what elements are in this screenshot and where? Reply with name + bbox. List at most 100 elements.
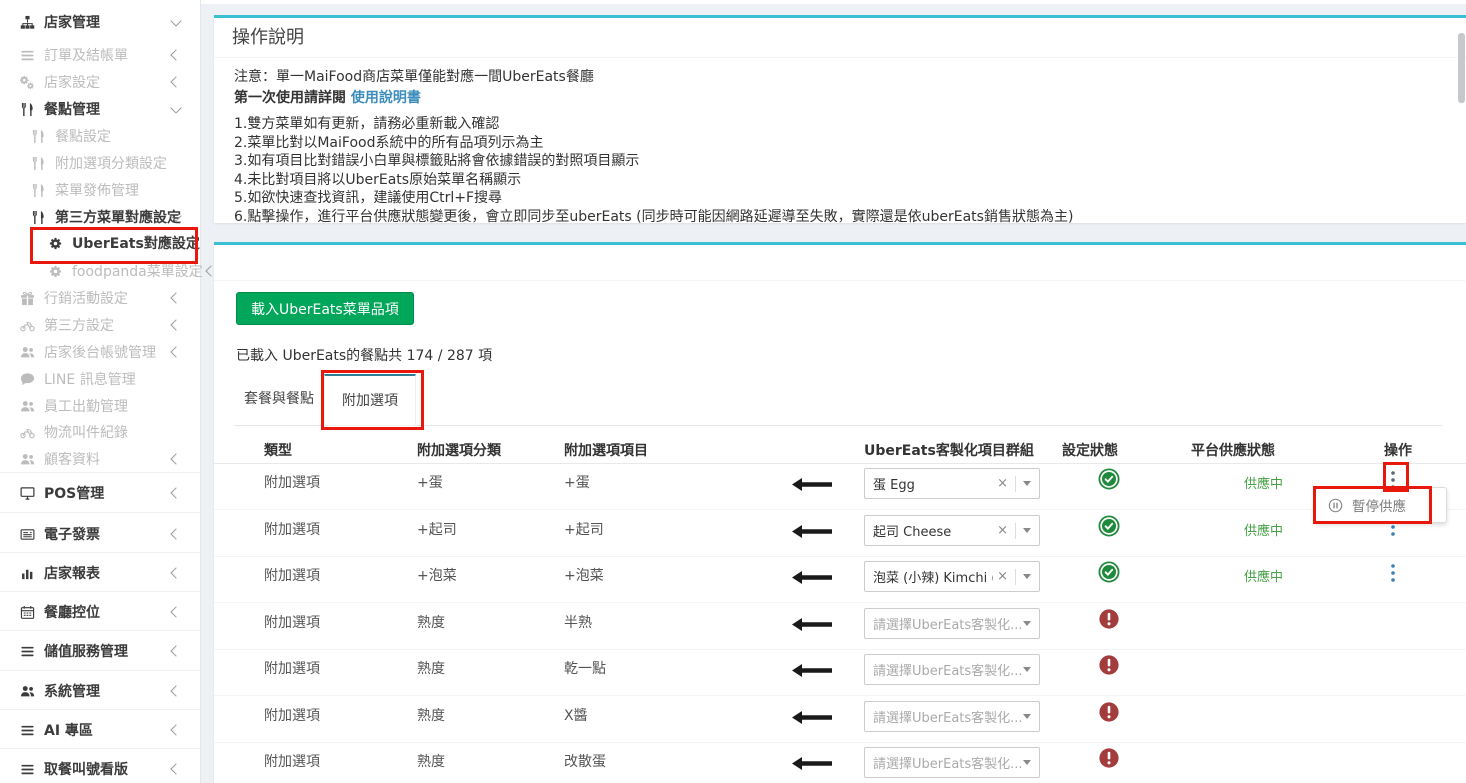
pause-circle-icon [1328,498,1343,513]
sidebar-item-meal-management[interactable]: 餐點管理 [0,96,200,122]
calendar-icon [20,605,35,620]
sidebar-item-pickup-number-board[interactable]: 取餐叫號看版 [0,756,200,782]
motorcycle-icon [20,425,35,440]
sidebar-item-orders-invoices[interactable]: 訂單及結帳單 [0,42,200,68]
sidebar-item-customer-data[interactable]: 顧客資料 [0,446,200,472]
sidebar-divider [0,748,200,749]
user-manual-link[interactable]: 使用說明書 [351,90,421,106]
pause-supply-menu-item[interactable]: 暫停供應 [1352,495,1406,515]
instruction-step: 3.如有項目比對錯誤小白單與標籤貼將會依據錯誤的對照項目顯示 [234,152,1448,171]
sidebar-divider [0,709,200,710]
tab-addon-options[interactable]: 附加選項 [324,374,416,426]
ubereats-group-select[interactable]: 請選擇UberEats客製化... [864,608,1040,639]
clear-selection-icon[interactable]: × [997,523,1008,538]
utensils-icon [20,102,35,117]
col-ubereats-group: UberEats客製化項目群組 [864,440,1034,460]
chevron-left-icon [170,487,181,498]
sidebar-item-marketing-campaign-settings[interactable]: 行銷活動設定 [0,285,200,311]
dropdown-caret-icon [1023,760,1031,765]
chevron-left-icon [170,763,181,774]
dropdown-caret-icon [1023,714,1031,719]
mapping-card: 載入UberEats菜單品項 已載入 UberEats的餐點共 174 / 28… [214,242,1466,783]
sidebar-item-meal-settings[interactable]: 餐點設定 [0,123,200,149]
col-platform-supply-status: 平台供應狀態 [1191,440,1275,460]
left-arrow-icon [792,757,832,770]
sidebar-item-menu-publish-management[interactable]: 菜單發佈管理 [0,177,200,203]
sidebar-item-third-party-menu-mapping[interactable]: 第三方菜單對應設定 [0,204,200,230]
left-arrow-icon [792,618,832,631]
status-error-icon [1098,654,1120,676]
comment-icon [20,372,35,387]
ubereats-mapping-settings-page: 店家管理 訂單及結帳單 店家設定 餐點管理 餐點設定 附加選項分類設定 菜單發佈… [0,0,1466,783]
loaded-summary: 已載入 UberEats的餐點共 174 / 287 項 [236,345,492,365]
chevron-left-icon [170,528,181,539]
ubereats-group-select[interactable]: 蛋 Egg × [864,468,1040,499]
bar-chart-icon [20,566,35,581]
ubereats-group-select[interactable]: 起司 Cheese × [864,515,1040,546]
sidebar-item-addon-category-settings[interactable]: 附加選項分類設定 [0,150,200,176]
tab-combos-and-meals[interactable]: 套餐與餐點 [234,374,324,425]
sidebar-item-ai-zone[interactable]: AI 專區 [0,717,200,743]
utensils-icon [31,129,46,144]
sidebar-divider [0,630,200,631]
clear-selection-icon[interactable]: × [997,476,1008,491]
load-ubereats-menu-button[interactable]: 載入UberEats菜單品項 [236,292,414,325]
utensils-icon [31,183,46,198]
clear-selection-icon[interactable]: × [997,569,1008,584]
left-arrow-icon [792,571,832,584]
list-icon [20,48,35,63]
left-arrow-icon [792,664,832,677]
top-strip [200,0,1466,4]
table-row: 附加選項 +蛋 +蛋 蛋 Egg × 供應中 [214,463,1466,510]
ubereats-group-select[interactable]: 請選擇UberEats客製化... [864,747,1040,778]
sidebar-item-store-reports[interactable]: 店家報表 [0,560,200,586]
sidebar-item-store-management[interactable]: 店家管理 [0,9,200,35]
sidebar-divider [0,670,200,671]
table-row: 附加選項 熟度 半熟 請選擇UberEats客製化... [214,603,1466,650]
sidebar-item-line-message-management[interactable]: LINE 訊息管理 [0,366,200,392]
gear-icon [48,264,63,279]
ubereats-group-select[interactable]: 泡菜 (小辣) Kimchi (Mi... × [864,561,1040,592]
instruction-step: 5.如欲快速查找資訊，建議使用Ctrl+F搜尋 [234,189,1448,208]
platform-status-text: 供應中 [1244,520,1283,539]
sidebar-item-ubereats-mapping-settings[interactable]: UberEats對應設定 [0,230,200,256]
ubereats-group-select[interactable]: 請選擇UberEats客製化... [864,701,1040,732]
instruction-step: 2.菜單比對以MaiFood系統中的所有品項列示為主 [234,134,1448,153]
sidebar-divider [0,552,200,553]
chevron-left-icon [170,346,181,357]
notice-text: 注意：單一MaiFood商店菜單僅能對應一間UberEats餐廳 [234,67,1448,87]
chevron-down-icon [170,102,181,113]
status-ok-icon [1098,468,1120,490]
vertical-scrollbar-thumb[interactable] [1458,33,1465,103]
sidebar-item-foodpanda-menu-settings[interactable]: foodpanda菜單設定 [0,258,200,284]
sitemap-icon [20,15,35,30]
instruction-step: 4.未比對項目將以UberEats原始菜單名稱顯示 [234,171,1448,190]
sidebar-item-logistics-call-records[interactable]: 物流叫件紀錄 [0,419,200,445]
gears-icon [20,75,35,90]
sidebar-item-stored-value-service-management[interactable]: 儲值服務管理 [0,638,200,664]
ubereats-group-select[interactable]: 請選擇UberEats客製化... [864,654,1040,685]
sidebar-item-pos-management[interactable]: POS管理 [0,480,200,506]
dropdown-caret-icon [1023,481,1031,486]
sidebar-item-system-management[interactable]: 系統管理 [0,678,200,704]
sidebar-item-third-party-settings[interactable]: 第三方設定 [0,312,200,338]
sidebar-item-store-backend-account-management[interactable]: 店家後台帳號管理 [0,339,200,365]
sidebar-item-e-invoice[interactable]: 電子發票 [0,521,200,547]
chevron-left-icon [170,319,181,330]
sidebar-item-store-settings[interactable]: 店家設定 [0,69,200,95]
gift-icon [20,291,35,306]
left-arrow-icon [792,711,832,724]
status-ok-icon [1098,561,1120,583]
sidebar-item-employee-attendance-management[interactable]: 員工出勤管理 [0,393,200,419]
mapping-card-header [214,245,1466,281]
tab-bar: 套餐與餐點 附加選項 [234,374,1442,426]
platform-status-text: 供應中 [1244,473,1283,492]
row-actions-kebab-icon[interactable] [1390,563,1396,583]
instructions-title: 操作說明 [214,18,1466,58]
users-icon [20,452,35,467]
table-row: 附加選項 +起司 +起司 起司 Cheese × 供應中 [214,510,1466,557]
col-addon-category: 附加選項分類 [417,440,501,460]
sidebar-item-restaurant-seating[interactable]: 餐廳控位 [0,599,200,625]
col-addon-item: 附加選項項目 [564,440,648,460]
col-actions: 操作 [1384,440,1412,460]
